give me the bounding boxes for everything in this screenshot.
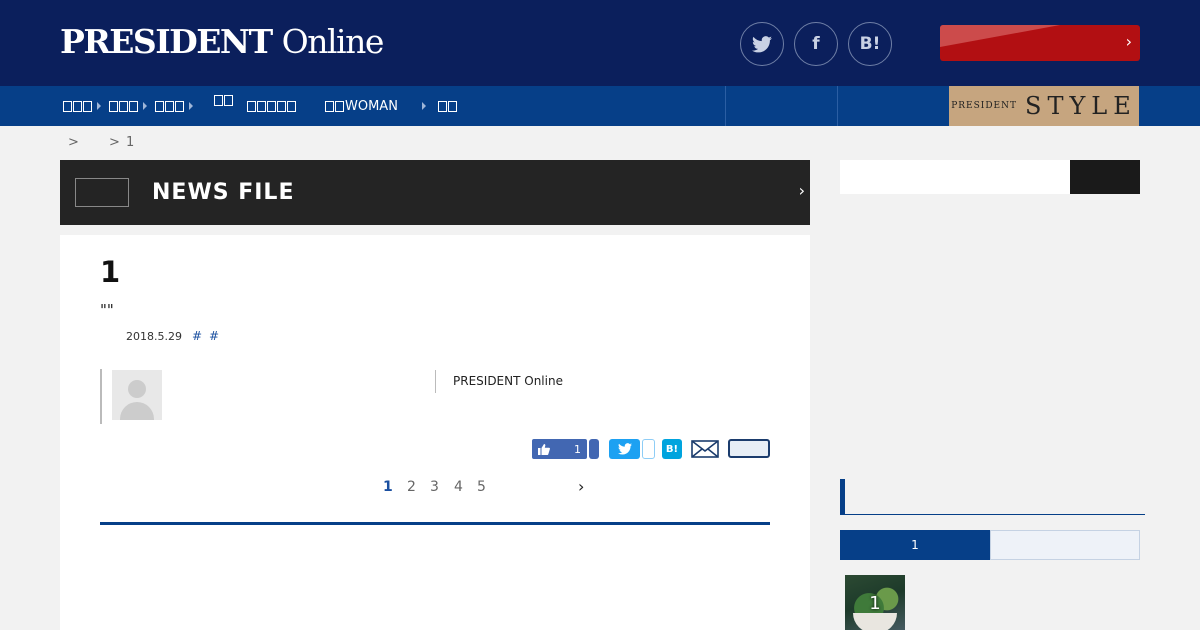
ranking-tab[interactable] (990, 530, 1140, 560)
tweet-button[interactable] (609, 439, 640, 459)
header-cta-button[interactable]: › (940, 25, 1140, 61)
caret-right-icon (143, 102, 147, 110)
nav-glyph (165, 100, 174, 112)
like-count: 1 (574, 442, 581, 456)
mail-share-button[interactable] (691, 439, 719, 459)
article-divider (100, 522, 770, 525)
nav-item-3[interactable] (155, 86, 193, 126)
category-title: NEWS FILE (152, 180, 295, 205)
nav-glyph (247, 100, 256, 112)
avatar-body (120, 402, 154, 420)
pagination-page-current[interactable]: 1 (383, 479, 393, 495)
twitter-icon (617, 443, 632, 455)
author-divider (100, 369, 102, 424)
twitter-button[interactable] (740, 22, 784, 66)
nav-item-2[interactable] (109, 86, 147, 126)
nav-glyph (83, 100, 92, 112)
nav-glyph (175, 100, 184, 112)
nav-item-label: WOMAN (345, 98, 398, 114)
article-tag[interactable]: # (192, 329, 202, 343)
nav-glyph (448, 100, 457, 112)
nav-glyph (325, 100, 334, 112)
ranking-item-thumbnail[interactable]: 1 (845, 575, 905, 630)
nav-glyph (224, 95, 233, 106)
site-logo[interactable]: PRESIDENT Online (60, 22, 385, 61)
nav-glyph (63, 100, 72, 112)
article-card: 1 "" 2018.5.29 # # PRESIDENT Online 1 B!… (60, 235, 810, 630)
pagination-page[interactable]: 2 (407, 479, 416, 495)
thumbs-up-icon (538, 443, 550, 455)
hatena-share-button[interactable]: B! (662, 439, 682, 459)
pagination-page[interactable]: 3 (430, 479, 439, 495)
search-button[interactable] (1070, 160, 1140, 194)
hatena-icon: B! (665, 443, 679, 455)
nav-divider (725, 86, 726, 126)
source-divider (435, 370, 436, 393)
logo-sub: Online (281, 22, 385, 61)
nav-item-7[interactable] (438, 86, 458, 126)
envelope-icon (691, 440, 719, 458)
search-input[interactable] (840, 160, 1070, 194)
nav-item-1[interactable] (63, 86, 101, 126)
nav-glyph (155, 100, 164, 112)
cta-highlight (940, 25, 1060, 47)
nav-glyph (109, 100, 118, 112)
author-avatar[interactable] (112, 370, 162, 420)
nav-divider (837, 86, 838, 126)
logo-main: PRESIDENT (60, 22, 273, 61)
caret-right-icon (97, 102, 101, 110)
nav-glyph (287, 100, 296, 112)
hatena-bookmark-button[interactable]: B! (848, 22, 892, 66)
facebook-like-button[interactable]: 1 (532, 439, 587, 459)
caret-right-icon (421, 102, 426, 110)
breadcrumb-separator: > (109, 135, 120, 150)
caret-right-icon (189, 102, 193, 110)
pagination-page[interactable]: 5 (477, 479, 486, 495)
breadcrumb-separator: > (68, 135, 79, 150)
president-style-link[interactable]: PRESIDENT STYLE (949, 86, 1139, 126)
nav-glyph (73, 100, 82, 112)
nav-item-4[interactable] (214, 86, 234, 126)
facebook-share-button[interactable] (589, 439, 599, 459)
nav-glyph (129, 100, 138, 112)
nav-glyph (257, 100, 266, 112)
category-badge (75, 178, 129, 207)
article-tag[interactable]: # (209, 329, 219, 343)
pagination-page[interactable]: 4 (454, 479, 463, 495)
style-logo-big: STYLE (1025, 92, 1137, 120)
chevron-right-icon: › (798, 181, 805, 200)
twitter-icon (752, 35, 772, 52)
article-subtitle: "" (100, 301, 114, 319)
chevron-right-icon: › (1125, 32, 1132, 51)
nav-glyph (267, 100, 276, 112)
nav-item-5[interactable] (247, 86, 297, 126)
nav-glyph (119, 100, 128, 112)
save-article-button[interactable] (728, 439, 770, 458)
article-title: 1 (100, 255, 121, 289)
hatena-icon: B! (859, 34, 881, 54)
facebook-button[interactable]: f (794, 22, 838, 66)
ranking-tab-label: 1 (911, 538, 919, 552)
ranking-heading (840, 479, 1145, 515)
article-date: 2018.5.29 (126, 330, 182, 343)
nav-glyph (335, 100, 344, 112)
site-header: PRESIDENT Online f B! › (0, 0, 1200, 86)
tweet-count-bubble (642, 439, 655, 459)
facebook-icon: f (812, 34, 820, 54)
ranking-tab-active[interactable]: 1 (840, 530, 990, 560)
nav-glyph (438, 100, 447, 112)
nav-item-woman[interactable]: WOMAN (325, 86, 426, 126)
thumbnail-image-detail (853, 613, 897, 630)
nav-glyph (277, 100, 286, 112)
avatar-head (128, 380, 146, 398)
category-banner[interactable]: NEWS FILE › (60, 160, 810, 225)
style-logo-small: PRESIDENT (951, 101, 1018, 111)
ranking-number: 1 (869, 593, 881, 614)
pagination-next-icon[interactable]: › (578, 477, 584, 496)
breadcrumb-current: 1 (126, 135, 135, 150)
article-source: PRESIDENT Online (453, 374, 563, 388)
nav-glyph (214, 95, 223, 106)
